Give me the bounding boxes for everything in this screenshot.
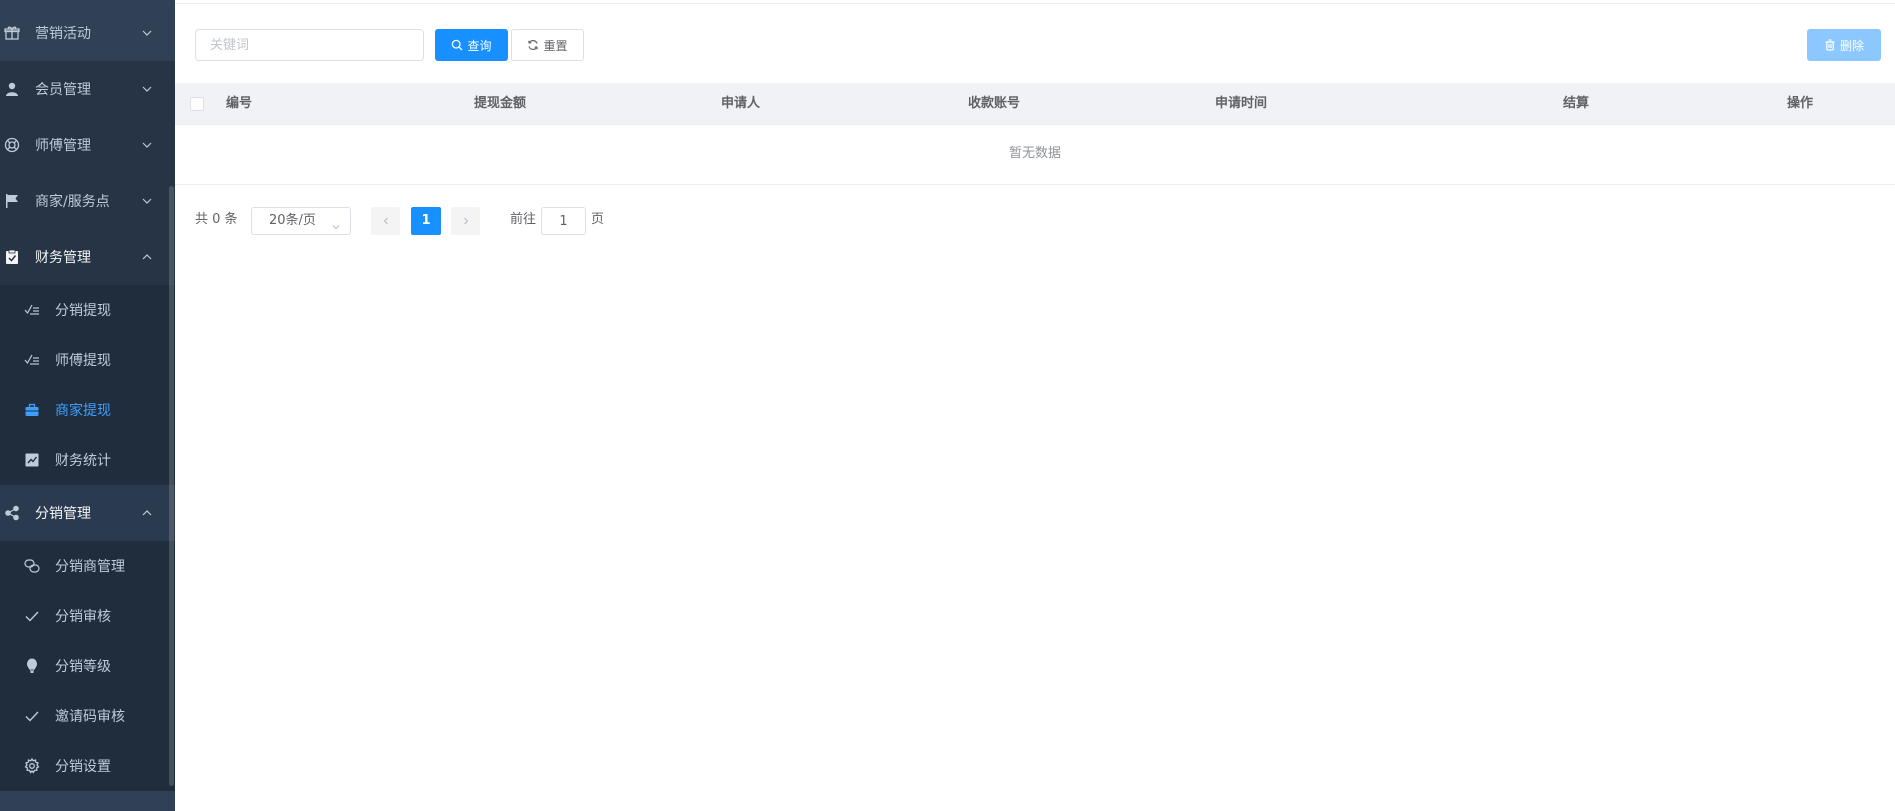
menu-label: 师傅管理 [35,138,91,154]
chat-bubbles-icon [24,558,40,574]
table-header: 编号 提现金额 申请人 收款账号 申请时间 结算 操作 [175,83,1895,125]
flag-icon [4,193,20,209]
column-header-actions[interactable]: 操作 [1787,83,1813,125]
trash-icon [1825,39,1835,51]
submenu-label: 分销提现 [55,303,111,319]
line-chart-icon [24,452,40,468]
check-icon [24,708,40,724]
submenu-master-withdraw[interactable]: 师傅提现 [0,335,175,385]
submenu-label: 商家提现 [55,403,111,419]
menu-label: 财务管理 [35,250,91,266]
column-header-apply-time[interactable]: 申请时间 [1215,83,1267,125]
keyword-search-input[interactable] [195,29,424,61]
chevron-right-icon [463,217,468,225]
column-header-applicant[interactable]: 申请人 [721,83,760,125]
query-button[interactable]: 查询 [435,29,508,61]
submenu-finance-stats[interactable]: 财务统计 [0,435,175,485]
goto-page-input[interactable] [541,207,586,235]
sidebar-scrollbar[interactable] [169,186,174,786]
submenu-distribution-level[interactable]: 分销等级 [0,641,175,691]
next-page-button[interactable] [451,207,480,235]
menu-label: 营销活动 [35,26,91,42]
submenu-label: 财务统计 [55,453,111,469]
table-empty-text: 暂无数据 [175,125,1895,185]
clipboard-check-icon [4,249,20,265]
submenu-merchant-withdraw[interactable]: 商家提现 [0,385,175,435]
menu-merchants[interactable]: 商家/服务点 [0,173,175,229]
submenu-distributors[interactable]: 分销商管理 [0,541,175,591]
chevron-left-icon [383,217,388,225]
submenu-invite-code-review[interactable]: 邀请码审核 [0,691,175,741]
submenu-label: 邀请码审核 [55,709,125,725]
submenu-label: 分销设置 [55,759,111,775]
main-content: 查询 重置 删除 编号 提现金额 申请人 收款账号 申请时间 结算 操作 暂无数… [175,0,1895,811]
submenu-label: 分销等级 [55,659,111,675]
menu-members[interactable]: 会员管理 [0,61,175,117]
sidebar: 营销活动 会员管理 师傅管理 商家/服务点 财务管理 分销提现 师傅提现 商家提… [0,0,175,811]
checklist-icon [24,352,40,368]
page-size-value: 20条/页 [269,213,316,228]
delete-button-label: 删除 [1839,38,1864,53]
menu-finance[interactable]: 财务管理 [0,229,175,285]
checklist-icon [24,302,40,318]
refresh-icon [528,39,539,51]
menu-label: 商家/服务点 [35,194,110,210]
user-icon [4,81,20,97]
chevron-down-icon [331,216,341,230]
support-ring-icon [4,137,20,153]
chevron-down-icon [141,83,153,95]
menu-distribution[interactable]: 分销管理 [0,485,175,541]
chevron-down-icon [141,139,153,151]
chevron-down-icon [141,195,153,207]
search-icon [452,39,463,51]
query-button-label: 查询 [467,38,492,53]
reset-button-label: 重置 [543,38,568,53]
submenu-distribution-withdraw[interactable]: 分销提现 [0,285,175,335]
prev-page-button[interactable] [371,207,400,235]
pagination-total: 共 0 条 [195,212,238,227]
menu-marketing[interactable]: 营销活动 [0,5,175,61]
column-header-id[interactable]: 编号 [226,83,252,125]
hot-air-balloon-icon [24,658,40,674]
menu-label: 分销管理 [35,506,91,522]
submenu-label: 分销商管理 [55,559,125,575]
page-number-current[interactable]: 1 [411,207,441,235]
share-icon [4,505,20,521]
page-suffix-label: 页 [591,212,605,227]
submenu-distribution-settings[interactable]: 分销设置 [0,741,175,791]
goto-label: 前往 [510,212,537,227]
top-divider [175,0,1895,4]
submenu-distribution-review[interactable]: 分销审核 [0,591,175,641]
gear-icon [24,758,40,774]
check-icon [24,608,40,624]
submenu-label: 师傅提现 [55,353,111,369]
menu-masters[interactable]: 师傅管理 [0,117,175,173]
briefcase-icon [24,402,40,418]
delete-button[interactable]: 删除 [1807,29,1881,61]
chevron-up-icon [141,507,153,519]
column-header-settlement[interactable]: 结算 [1563,83,1589,125]
menu-label: 会员管理 [35,82,91,98]
submenu-label: 分销审核 [55,609,111,625]
reset-button[interactable]: 重置 [511,29,584,61]
chevron-down-icon [141,27,153,39]
gift-icon [4,25,20,41]
chevron-up-icon [141,251,153,263]
select-all-checkbox[interactable] [190,97,204,111]
column-header-amount[interactable]: 提现金额 [474,83,526,125]
column-header-account[interactable]: 收款账号 [968,83,1020,125]
page-size-select[interactable]: 20条/页 [251,207,351,235]
